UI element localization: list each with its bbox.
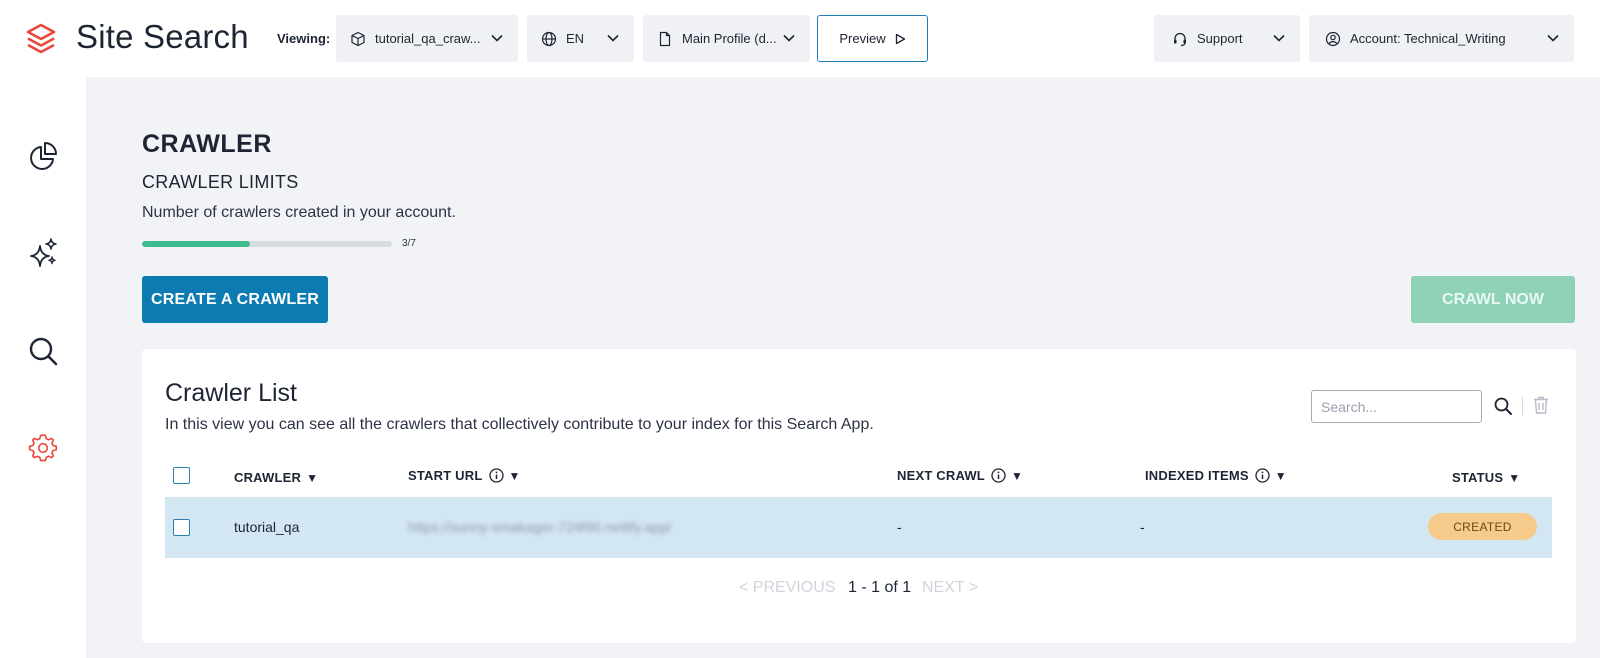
- top-bar: Site Search Viewing: tutorial_qa_craw...…: [0, 0, 1600, 77]
- search-icon[interactable]: [1493, 396, 1513, 416]
- previous-page-button[interactable]: < PREVIOUS: [739, 579, 835, 597]
- column-header-crawler[interactable]: CRAWLER ▼: [234, 470, 318, 485]
- trash-icon[interactable]: [1532, 395, 1550, 415]
- play-icon: [895, 33, 905, 44]
- chevron-down-icon: [607, 34, 619, 42]
- toolbar-divider: [1522, 397, 1523, 415]
- crawler-limits-description: Number of crawlers created in your accou…: [142, 204, 456, 221]
- sort-arrow-icon[interactable]: ▼: [1508, 471, 1520, 485]
- chevron-down-icon: [783, 34, 795, 42]
- globe-icon: [541, 31, 557, 47]
- crawler-name-cell[interactable]: tutorial_qa: [234, 519, 299, 535]
- page-title: CRAWLER: [142, 130, 272, 158]
- app-selector-value: tutorial_qa_craw...: [375, 31, 481, 46]
- next-page-button[interactable]: NEXT >: [922, 579, 978, 597]
- crawler-limit-progress-fill: [142, 241, 250, 247]
- create-crawler-button[interactable]: CREATE A CRAWLER: [142, 276, 328, 323]
- support-menu[interactable]: Support: [1154, 15, 1300, 62]
- search-icon[interactable]: [27, 335, 59, 367]
- page-info: 1 - 1 of 1: [848, 579, 912, 596]
- pagination: < PREVIOUS 1 - 1 of 1 NEXT >: [142, 579, 1576, 599]
- cube-icon: [350, 31, 366, 47]
- crawler-limit-count: 3/7: [402, 238, 416, 249]
- info-icon[interactable]: [991, 468, 1006, 483]
- column-header-next-crawl[interactable]: NEXT CRAWL ▼: [897, 468, 1023, 483]
- account-label: Account: Technical_Writing: [1350, 31, 1506, 46]
- gear-icon[interactable]: [27, 432, 59, 464]
- info-icon[interactable]: [1255, 468, 1270, 483]
- column-header-indexed-items[interactable]: INDEXED ITEMS ▼: [1145, 468, 1287, 483]
- pie-chart-icon[interactable]: [27, 141, 59, 173]
- sparkles-icon[interactable]: [27, 237, 59, 269]
- user-circle-icon: [1325, 31, 1341, 47]
- sort-arrow-icon[interactable]: ▼: [306, 471, 318, 485]
- start-url-cell: https://sunny-smakager-724f90.netlify.ap…: [408, 519, 672, 535]
- app-selector[interactable]: tutorial_qa_craw...: [336, 15, 518, 62]
- next-crawl-cell: -: [897, 519, 902, 535]
- chevron-down-icon: [1547, 34, 1559, 42]
- sort-arrow-icon[interactable]: ▼: [1275, 469, 1287, 483]
- language-selector-value: EN: [566, 31, 585, 46]
- sort-arrow-icon[interactable]: ▼: [1011, 469, 1023, 483]
- indexed-items-cell: -: [1140, 519, 1145, 535]
- crawler-limit-progress-bar: [142, 241, 392, 247]
- column-header-start-url[interactable]: START URL ▼: [408, 468, 521, 483]
- crawler-list-title: Crawler List: [165, 379, 297, 407]
- chevron-down-icon: [491, 34, 503, 42]
- sidebar: [0, 77, 86, 658]
- sort-arrow-icon[interactable]: ▼: [509, 469, 521, 483]
- preview-button-label: Preview: [839, 31, 886, 46]
- preview-button[interactable]: Preview: [817, 15, 928, 62]
- status-badge: CREATED: [1428, 513, 1537, 540]
- select-all-checkbox[interactable]: [173, 467, 190, 484]
- crawler-list-description: In this view you can see all the crawler…: [165, 416, 874, 433]
- document-icon: [657, 31, 673, 47]
- headset-icon: [1172, 31, 1188, 47]
- brand-name: Site Search: [76, 18, 249, 55]
- column-header-label: INDEXED ITEMS: [1145, 468, 1249, 483]
- table-row[interactable]: tutorial_qa https://sunny-smakager-724f9…: [165, 497, 1552, 558]
- info-icon[interactable]: [488, 468, 504, 483]
- profile-selector[interactable]: Main Profile (d...: [643, 15, 810, 62]
- column-header-label: NEXT CRAWL: [897, 468, 985, 483]
- support-label: Support: [1197, 31, 1243, 46]
- viewing-label: Viewing:: [277, 31, 331, 46]
- column-header-label: CRAWLER: [234, 470, 302, 485]
- chevron-down-icon: [1273, 34, 1285, 42]
- crawler-limits-title: CRAWLER LIMITS: [142, 172, 299, 192]
- profile-selector-value: Main Profile (d...: [682, 31, 777, 46]
- column-header-label: STATUS: [1452, 470, 1504, 485]
- column-header-status[interactable]: STATUS ▼: [1452, 470, 1520, 485]
- crawl-now-button[interactable]: CRAWL NOW: [1411, 276, 1575, 323]
- crawler-list-card: Crawler List In this view you can see al…: [142, 349, 1576, 643]
- app-logo-icon[interactable]: [26, 23, 56, 55]
- account-menu[interactable]: Account: Technical_Writing: [1309, 15, 1574, 62]
- crawler-search-input[interactable]: [1311, 390, 1482, 423]
- column-header-label: START URL: [408, 468, 483, 483]
- language-selector[interactable]: EN: [527, 15, 634, 62]
- main-content: CRAWLER CRAWLER LIMITS Number of crawler…: [86, 77, 1600, 658]
- row-checkbox[interactable]: [173, 519, 190, 536]
